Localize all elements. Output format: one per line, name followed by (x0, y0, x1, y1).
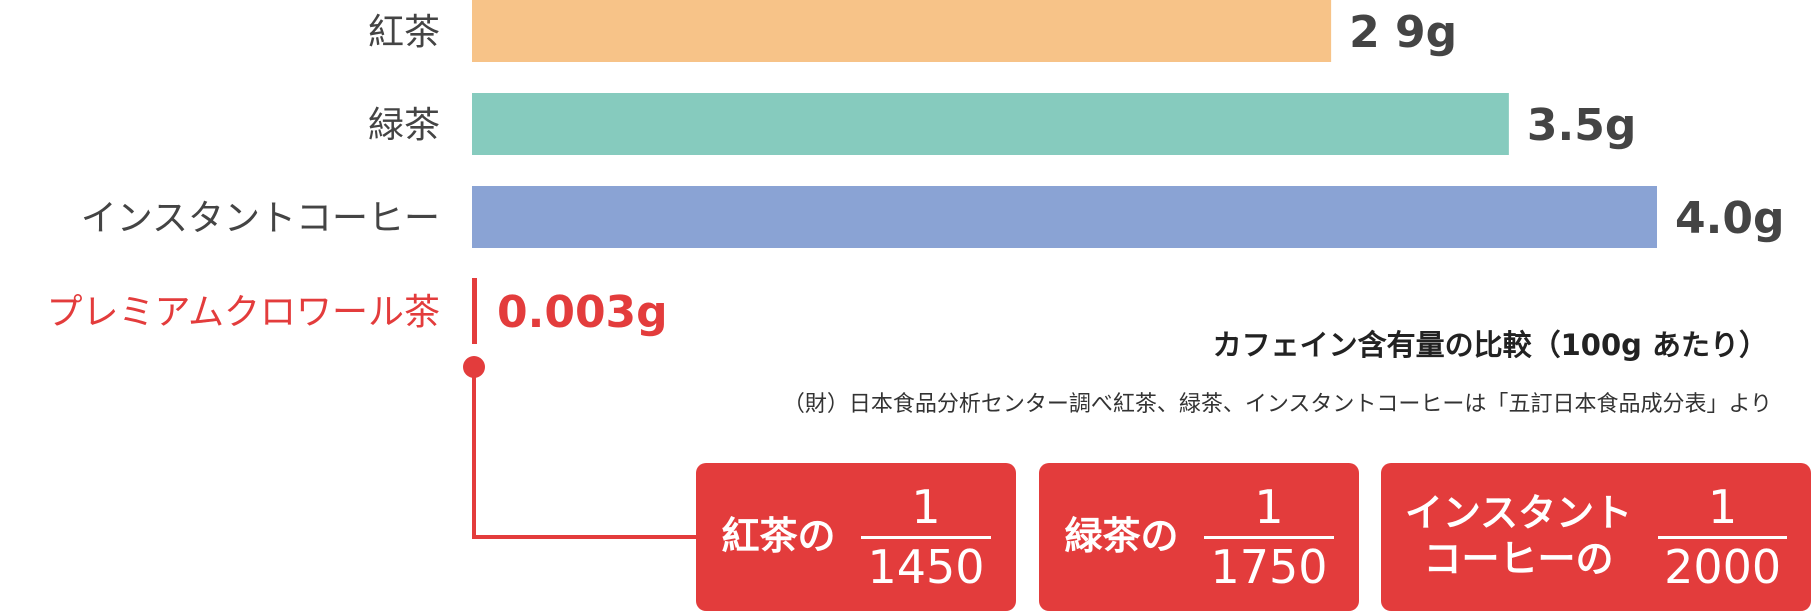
ratio-fraction: 1 1750 (1204, 480, 1334, 594)
ratio-box-green-tea: 緑茶の 1 1750 (1039, 463, 1359, 611)
ratio-name-line: 紅茶の (721, 514, 836, 559)
ratio-numerator: 1 (1707, 480, 1738, 535)
ratio-name-line: 緑茶の (1064, 514, 1179, 559)
category-label-3: プレミアムクロワール茶 (47, 292, 440, 333)
category-label-2: インスタントコーヒー (81, 198, 440, 239)
ratio-name: 紅茶の (721, 514, 835, 560)
ratio-numerator: 1 (911, 480, 941, 535)
source-note: （財）日本食品分析センター調べ紅茶、緑茶、インスタントコーヒーは「五訂日本食品成… (782, 392, 1772, 417)
value-label-3: 0.003g (497, 287, 668, 338)
value-label-2: 4.0g (1675, 193, 1784, 244)
category-label-0: 紅茶 (368, 12, 440, 53)
category-label-1: 緑茶 (368, 105, 440, 146)
bar-2 (472, 186, 1657, 248)
ratio-denominator: 1450 (867, 539, 985, 594)
ratio-denominator: 1750 (1210, 539, 1328, 594)
chart-title: カフェイン含有量の比較（100g あたり） (1212, 328, 1768, 362)
bar-3 (472, 278, 477, 344)
fraction-bar (1658, 535, 1788, 539)
ratio-fraction: 1 2000 (1658, 480, 1788, 594)
connector-line (472, 367, 696, 539)
ratio-box-instant-coffee: インスタント コーヒーの 1 2000 (1381, 463, 1811, 611)
ratio-name: インスタント コーヒーの (1405, 491, 1632, 582)
bar-1 (472, 93, 1509, 155)
bar-0 (472, 0, 1332, 62)
value-label-1: 3.5g (1527, 100, 1636, 151)
ratio-fraction: 1 1450 (861, 480, 991, 594)
ratio-numerator: 1 (1254, 480, 1284, 535)
ratio-name: 緑茶の (1064, 514, 1178, 560)
ratio-name-line: インスタント (1404, 491, 1633, 536)
ratio-denominator: 2000 (1664, 539, 1782, 594)
connector-dot (463, 356, 485, 378)
ratio-name-line: コーヒーの (1423, 537, 1614, 581)
ratio-box-black-tea: 紅茶の 1 1450 (696, 463, 1016, 611)
value-label-0: 2 9g (1349, 7, 1457, 58)
fraction-bar (861, 535, 991, 539)
fraction-bar (1204, 535, 1334, 539)
